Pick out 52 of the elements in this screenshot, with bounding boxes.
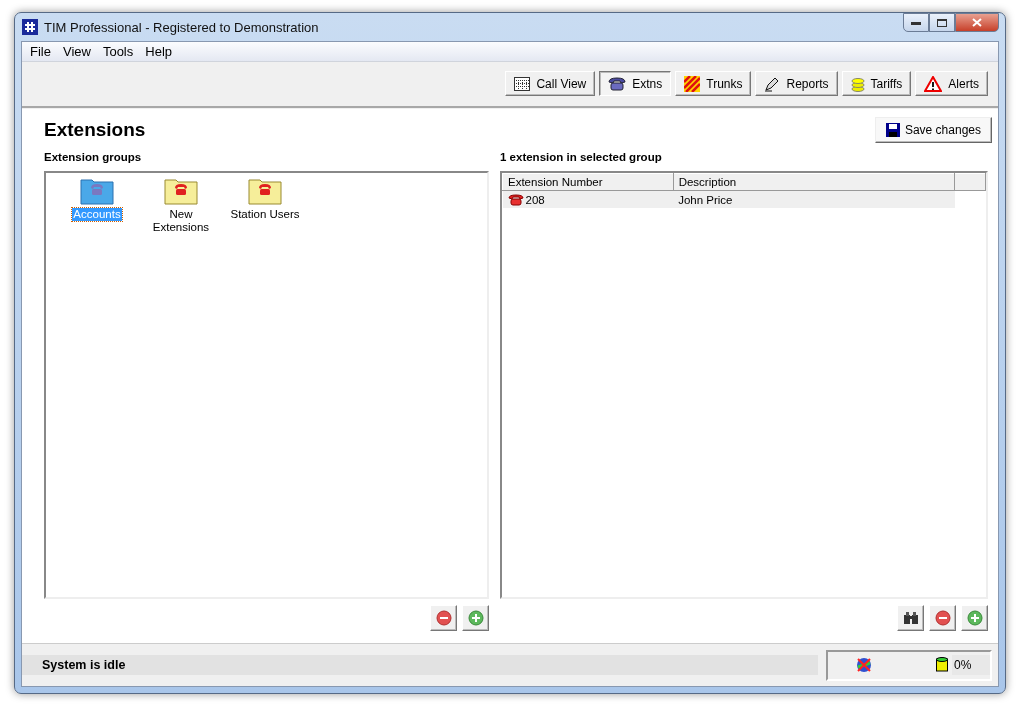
window-title: TIM Professional - Registered to Demonstration <box>44 19 320 35</box>
warning-icon <box>924 75 943 92</box>
telephone-icon <box>507 193 524 206</box>
find-button[interactable] <box>897 605 924 631</box>
table-cell: John Price <box>678 193 733 206</box>
toolbar-tab[interactable]: Call View <box>505 71 596 96</box>
column-header[interactable]: Description <box>673 173 955 191</box>
telephone-icon <box>608 76 627 91</box>
toolbar-tab[interactable]: Extns <box>599 71 672 96</box>
remove-icon <box>934 610 951 626</box>
page-heading: Extensions <box>44 119 146 141</box>
group-item[interactable]: New Extensions <box>142 208 220 234</box>
maximize-button[interactable] <box>929 13 955 32</box>
toolbar-tab[interactable]: Trunks <box>675 71 752 96</box>
menu-item[interactable]: Tools <box>96 44 140 59</box>
remove-icon <box>435 610 452 626</box>
menu-item[interactable]: File <box>24 44 57 59</box>
maximize-icon <box>937 18 947 27</box>
status-message: System is idle <box>22 655 818 675</box>
add-icon <box>467 610 484 626</box>
minimize-icon <box>911 20 921 25</box>
usage-percent: 0% <box>952 655 990 675</box>
minimize-button[interactable] <box>903 13 929 32</box>
menu-item[interactable]: View <box>56 44 97 59</box>
folder-icon <box>80 177 114 205</box>
table-cell: 208 <box>525 193 545 206</box>
pencil-icon <box>764 75 781 92</box>
remove-extension-button[interactable] <box>929 605 956 631</box>
network-disconnected-icon <box>856 657 872 673</box>
column-header[interactable]: Extension Number <box>502 173 674 191</box>
close-icon <box>972 18 982 27</box>
close-button[interactable] <box>955 13 999 32</box>
remove-group-button[interactable] <box>430 605 457 631</box>
database-icon <box>936 657 948 673</box>
section-title: Extension groups <box>44 151 143 165</box>
binoculars-icon <box>902 611 919 625</box>
add-icon <box>966 610 983 626</box>
folder-icon <box>248 177 282 205</box>
add-extension-button[interactable] <box>961 605 988 631</box>
add-group-button[interactable] <box>462 605 489 631</box>
section-title: 1 extension in selected group <box>500 151 663 165</box>
table-icon <box>514 76 531 91</box>
app-icon <box>22 19 38 35</box>
toolbar-tab[interactable]: Reports <box>755 71 838 96</box>
save-changes-button[interactable]: Save changes <box>874 117 992 143</box>
stripes-icon <box>684 75 701 92</box>
toolbar-tab[interactable]: Tariffs <box>841 71 912 96</box>
coins-icon <box>850 75 865 92</box>
folder-icon <box>164 177 198 205</box>
toolbar-tab[interactable]: Alerts <box>915 71 988 96</box>
menu-item[interactable]: Help <box>139 44 178 59</box>
group-item[interactable]: Station Users <box>229 208 301 221</box>
